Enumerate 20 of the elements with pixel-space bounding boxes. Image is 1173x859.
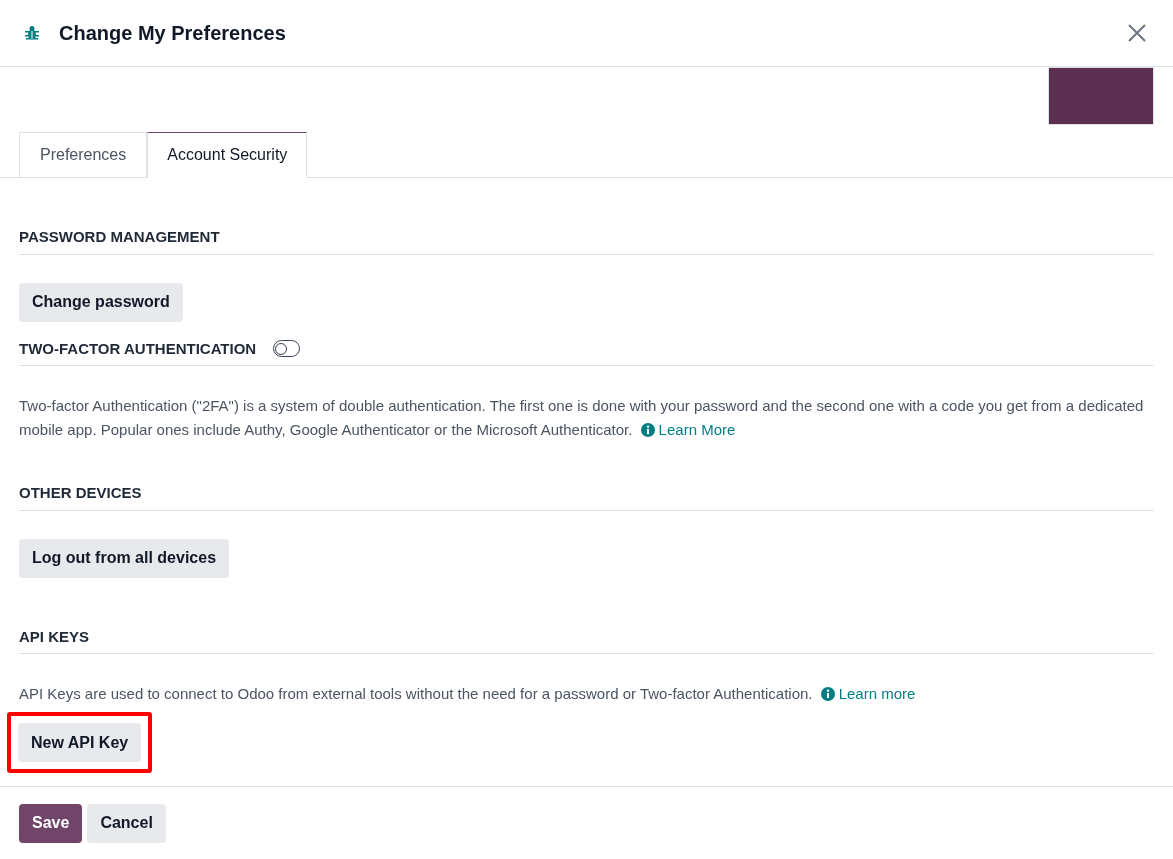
- section-heading: OTHER DEVICES: [19, 483, 142, 503]
- action-button[interactable]: Log out from all devices: [19, 538, 230, 578]
- section-heading: PASSWORD MANAGEMENT: [19, 227, 220, 247]
- action-button[interactable]: Change password: [19, 282, 183, 322]
- tab[interactable]: Preferences: [19, 132, 148, 178]
- info-icon: [640, 423, 655, 437]
- learn-more-link[interactable]: Learn more: [838, 685, 916, 702]
- save-button[interactable]: Save: [19, 803, 83, 843]
- action-button[interactable]: New API Key: [18, 723, 142, 762]
- info-icon: [820, 687, 835, 701]
- cancel-button[interactable]: Cancel: [87, 803, 166, 843]
- section-heading: API KEYS: [19, 626, 90, 647]
- tab[interactable]: Account Security: [147, 132, 308, 178]
- learn-more-link[interactable]: Learn More: [658, 421, 736, 438]
- dialog-title: Change My Preferences: [59, 21, 286, 46]
- section-heading: TWO-FACTOR AUTHENTICATION: [19, 338, 257, 359]
- bug-icon: [24, 25, 40, 41]
- description-text: Two-factor Authentication ("2FA") is a system of double authentication. The first one is done with your password and the second one with a code you get from a dedicated mobile app. Popular ones include Authy, Google Authenticator or the Microsoft Authenticator. Learn More: [19, 396, 1145, 440]
- toggle-switch[interactable]: [273, 340, 301, 358]
- description-text: API Keys are used to connect to Odoo from external tools without the need for a password or Two-factor Authentication. Learn more: [19, 684, 917, 704]
